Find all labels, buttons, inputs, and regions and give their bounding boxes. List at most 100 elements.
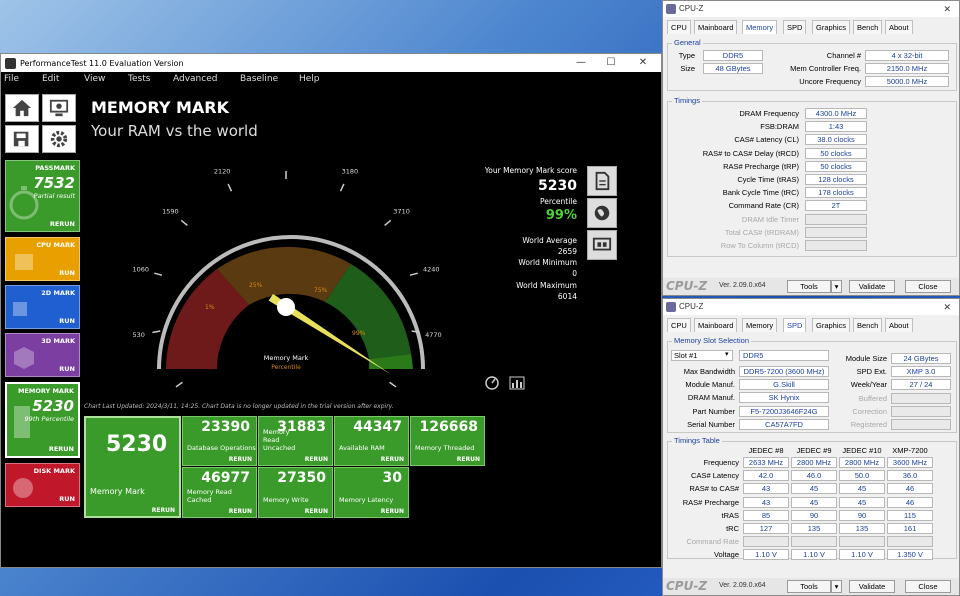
result-memory-mark-rerun[interactable]: RERUN — [152, 507, 175, 514]
cpuz-version: Ver. 2.09.0.x64 — [719, 582, 766, 589]
result-memory-threaded[interactable]: 126668 Memory Threaded RERUN — [410, 416, 485, 466]
result-memory-read-uncached[interactable]: 31883 Memory Read Uncached RERUN — [258, 416, 333, 466]
slot-select[interactable]: Slot #1 — [671, 350, 733, 361]
tab-bench[interactable]: Bench — [853, 20, 883, 34]
gauge-center-label: Memory Mark — [264, 354, 309, 362]
minimize-icon[interactable]: — — [567, 54, 595, 72]
close-icon[interactable]: ✕ — [943, 299, 951, 315]
home-icon[interactable] — [5, 94, 39, 122]
tile-disk[interactable]: DISK MARK RUN — [5, 463, 80, 507]
speedometer-icon[interactable] — [485, 376, 499, 390]
result-memory-latency[interactable]: 30 Memory Latency RERUN — [334, 467, 409, 518]
menu-advanced[interactable]: Advanced — [173, 74, 217, 84]
result-rerun[interactable]: RERUN — [305, 456, 328, 463]
gauge-tick — [384, 219, 392, 226]
save-results-icon[interactable] — [5, 125, 39, 153]
tab-bench[interactable]: Bench — [853, 318, 883, 332]
tile-2d[interactable]: 2D MARK RUN — [5, 285, 80, 329]
tab-mainboard[interactable]: Mainboard — [694, 20, 738, 34]
tab-memory[interactable]: Memory — [742, 20, 778, 34]
globe-icon[interactable] — [587, 198, 617, 228]
system-info-icon[interactable] — [42, 94, 76, 122]
result-database-operations[interactable]: 23390 Database Operations RERUN — [182, 416, 257, 466]
chart-icon[interactable] — [509, 376, 525, 390]
tile-passmark[interactable]: PASSMARK 7532 Partial result RERUN — [5, 160, 80, 232]
tile-3d[interactable]: 3D MARK RUN — [5, 333, 80, 377]
close-icon[interactable]: ✕ — [943, 1, 951, 17]
result-label: Database Operations — [187, 444, 256, 452]
result-memory-write[interactable]: 27350 Memory Write RERUN — [258, 467, 333, 518]
result-memory-mark[interactable]: 5230 Memory Mark RERUN — [84, 416, 181, 518]
timings-cell: 36.0 — [887, 470, 933, 482]
tab-memory[interactable]: Memory — [742, 318, 778, 332]
cpuz-app-icon — [666, 4, 676, 14]
tile-passmark-value: 7532 — [33, 174, 75, 192]
timings-cell: 161 — [887, 523, 933, 534]
tab-spd[interactable]: SPD — [783, 318, 807, 332]
result-label: Memory Read Uncached — [263, 428, 296, 452]
2d-shape-icon — [13, 302, 27, 316]
menu-help[interactable]: Help — [299, 74, 320, 84]
menu-edit[interactable]: Edit — [42, 74, 59, 84]
tab-graphics[interactable]: Graphics — [812, 318, 851, 332]
maximize-icon[interactable]: ☐ — [597, 54, 625, 72]
tab-spd[interactable]: SPD — [783, 20, 807, 34]
result-rerun[interactable]: RERUN — [229, 456, 252, 463]
tab-about[interactable]: About — [885, 318, 913, 332]
gauge-tick-label: 1590 — [162, 207, 179, 215]
tile-memory-rerun[interactable]: RERUN — [49, 445, 74, 453]
result-rerun[interactable]: RERUN — [381, 456, 404, 463]
timings-cell: 43 — [743, 483, 789, 495]
pt-titlebar[interactable]: PerformanceTest 11.0 Evaluation Version … — [1, 54, 661, 72]
timings-row-label: Frequency — [703, 458, 739, 467]
channel-label: Channel # — [826, 51, 861, 60]
timings-cell: 3600 MHz — [887, 457, 933, 468]
tools-dropdown-icon[interactable]: ▾ — [831, 280, 842, 293]
cpuz-titlebar[interactable]: CPU-Z ✕ — [663, 1, 959, 17]
tile-cpu[interactable]: CPU MARK RUN — [5, 237, 80, 281]
result-value: 27350 — [277, 470, 326, 486]
result-memory-read-cached[interactable]: 46977 Memory Read Cached RERUN — [182, 467, 257, 518]
tile-cpu-run[interactable]: RUN — [59, 269, 75, 277]
tools-button[interactable]: Tools — [787, 580, 831, 593]
result-memory-mark-label: Memory Mark — [90, 487, 145, 496]
result-available-ram[interactable]: 44347 Available RAM RERUN — [334, 416, 409, 466]
settings-gear-icon[interactable] — [42, 125, 76, 153]
menu-file[interactable]: File — [4, 74, 19, 84]
timing-value: 2T — [805, 200, 867, 212]
menu-tests[interactable]: Tests — [128, 74, 150, 84]
compare-icon[interactable] — [587, 230, 617, 260]
tab-graphics[interactable]: Graphics — [812, 20, 851, 34]
cpuz-titlebar[interactable]: CPU-Z ✕ — [663, 299, 959, 315]
result-rerun[interactable]: RERUN — [305, 508, 328, 515]
tile-disk-run[interactable]: RUN — [59, 495, 75, 503]
tab-about[interactable]: About — [885, 20, 913, 34]
slot-dropdown-icon[interactable]: ▾ — [725, 350, 729, 358]
menu-view[interactable]: View — [84, 74, 105, 84]
tab-cpu[interactable]: CPU — [667, 318, 691, 332]
tile-passmark-rerun[interactable]: RERUN — [50, 220, 75, 228]
gauge-pct-1: 1% — [205, 304, 215, 311]
result-rerun[interactable]: RERUN — [381, 508, 404, 515]
tile-2d-run[interactable]: RUN — [59, 317, 75, 325]
menu-baseline[interactable]: Baseline — [240, 74, 278, 84]
tab-mainboard[interactable]: Mainboard — [694, 318, 738, 332]
tools-dropdown-icon[interactable]: ▾ — [831, 580, 842, 593]
close-button[interactable]: Close — [905, 280, 951, 293]
timings-cell: 45 — [791, 496, 837, 508]
report-icon[interactable] — [587, 166, 617, 196]
tile-memory[interactable]: MEMORY MARK 5230 99th Percentile RERUN — [5, 382, 80, 458]
tab-cpu[interactable]: CPU — [667, 20, 691, 34]
gauge-pct-99: 99% — [352, 330, 366, 337]
result-rerun[interactable]: RERUN — [229, 508, 252, 515]
result-rerun[interactable]: RERUN — [457, 456, 480, 463]
close-button[interactable]: Close — [905, 580, 951, 593]
timing-value — [805, 213, 867, 225]
validate-button[interactable]: Validate — [849, 280, 895, 293]
close-icon[interactable]: ✕ — [629, 54, 657, 72]
validate-button[interactable]: Validate — [849, 580, 895, 593]
group-timings-table-label: Timings Table — [672, 436, 722, 445]
tools-button[interactable]: Tools — [787, 280, 831, 293]
memory-mark-gauge: 0530106015902120265031803710424047705300… — [132, 159, 442, 388]
tile-3d-run[interactable]: RUN — [59, 365, 75, 373]
